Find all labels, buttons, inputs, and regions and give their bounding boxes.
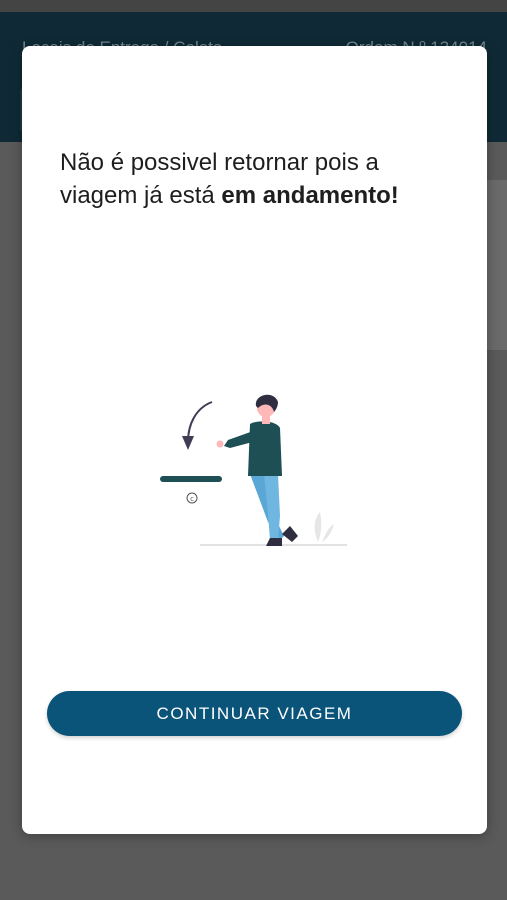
status-bar [0, 0, 507, 12]
woman-dropping-item-illustration: c [160, 394, 347, 546]
continue-trip-button[interactable]: CONTINUAR VIAGEM [47, 691, 462, 736]
dialog-message-emphasis: em andamento! [221, 182, 399, 209]
trip-in-progress-dialog: Não é possivel retornar pois a viagem já… [22, 46, 487, 834]
svg-text:c: c [190, 495, 194, 503]
dialog-message: Não é possivel retornar pois a viagem já… [60, 146, 460, 212]
